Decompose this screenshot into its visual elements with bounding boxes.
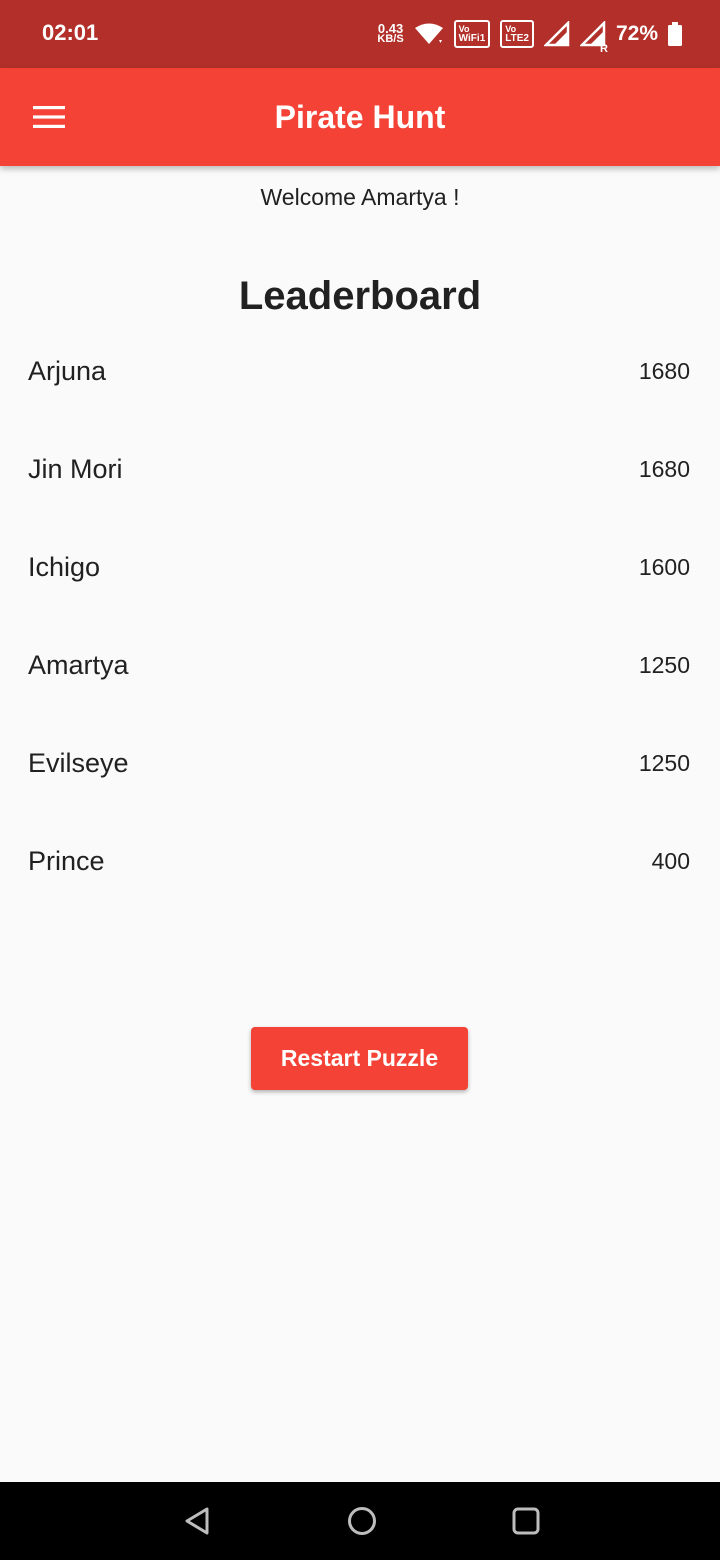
leaderboard-row: Evilseye 1250 <box>0 735 720 833</box>
recents-button[interactable] <box>504 1501 548 1541</box>
system-nav-bar <box>0 1482 720 1560</box>
signal-icon-1 <box>543 21 570 47</box>
vowifi-badge: Vo WiFi1 <box>453 20 491 48</box>
back-button[interactable] <box>175 1501 219 1541</box>
status-bar: 02:01 0.43 KB/S Vo WiFi1 Vo LTE2 R 72% <box>0 0 720 68</box>
recents-square-icon <box>511 1506 541 1536</box>
vowifi-badge-bottom: WiFi1 <box>458 33 486 44</box>
leaderboard-row: Arjuna 1680 <box>0 343 720 441</box>
player-name: Evilseye <box>28 748 129 778</box>
roaming-label: R <box>600 43 608 55</box>
player-score: 1250 <box>638 750 690 776</box>
player-score: 1250 <box>638 652 690 678</box>
volte-badge: Vo LTE2 <box>500 20 534 48</box>
status-time: 02:01 <box>42 20 99 45</box>
app-bar: Pirate Hunt <box>0 68 720 166</box>
leaderboard-row: Jin Mori 1680 <box>0 441 720 539</box>
wifi-icon <box>414 22 444 46</box>
player-name: Jin Mori <box>28 454 123 484</box>
player-score: 1680 <box>638 358 690 384</box>
volte-badge-bottom: LTE2 <box>505 33 529 44</box>
leaderboard-row: Ichigo 1600 <box>0 539 720 637</box>
leaderboard-list: Arjuna 1680 Jin Mori 1680 Ichigo 1600 Am… <box>0 343 720 931</box>
player-name: Prince <box>28 846 105 876</box>
player-score: 1680 <box>638 456 690 482</box>
welcome-text: Welcome Amartya ! <box>260 184 460 210</box>
network-speed: 0.43 KB/S <box>377 22 404 45</box>
player-name: Amartya <box>28 650 129 680</box>
restart-puzzle-button[interactable]: Restart Puzzle <box>251 1027 468 1090</box>
network-speed-unit: KB/S <box>377 33 404 45</box>
app-title: Pirate Hunt <box>274 99 446 135</box>
status-icons: 0.43 KB/S Vo WiFi1 Vo LTE2 R 72% <box>377 16 682 55</box>
leaderboard-row: Amartya 1250 <box>0 637 720 735</box>
back-triangle-icon <box>183 1506 211 1536</box>
player-name: Ichigo <box>28 552 101 582</box>
leaderboard-row: Prince 400 <box>0 833 720 931</box>
signal-icon-2: R <box>579 21 608 55</box>
player-score: 1600 <box>638 554 690 580</box>
player-name: Arjuna <box>28 356 107 386</box>
home-button[interactable] <box>340 1501 384 1541</box>
home-circle-icon <box>347 1506 377 1536</box>
battery-icon <box>668 22 682 46</box>
battery-percent: 72% <box>615 22 658 45</box>
player-score: 400 <box>651 848 690 874</box>
leaderboard-title: Leaderboard <box>238 274 482 318</box>
